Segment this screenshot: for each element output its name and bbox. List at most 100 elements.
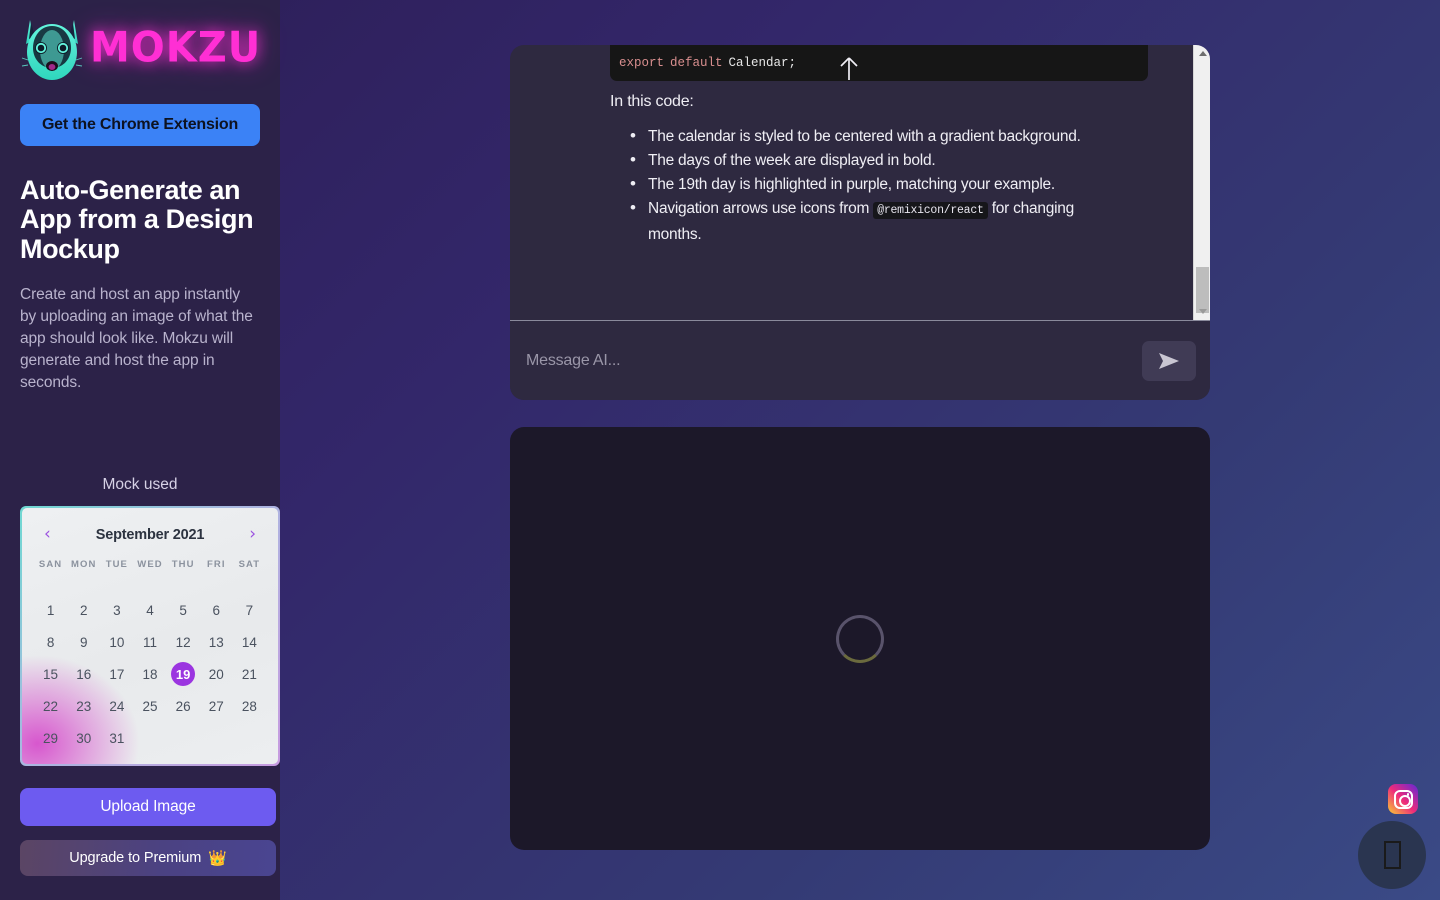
calendar-day-cell[interactable]: 31 — [100, 722, 133, 754]
chat-scroll-area: export default Calendar; In this code: T… — [510, 45, 1210, 320]
calendar-day-cell[interactable]: 9 — [67, 626, 100, 658]
calendar-day-number: 20 — [208, 666, 224, 682]
send-message-button[interactable] — [1142, 340, 1196, 381]
calendar-day-number: 24 — [109, 698, 125, 714]
upload-image-button[interactable]: Upload Image — [20, 788, 276, 826]
fox-head-logo-icon — [21, 20, 83, 80]
crown-icon: 👑 — [208, 849, 227, 867]
calendar-day-cell[interactable]: 15 — [34, 658, 67, 690]
calendar-day-cell[interactable]: 8 — [34, 626, 67, 658]
upgrade-to-premium-button[interactable]: Upgrade to Premium 👑 — [20, 840, 276, 876]
chevron-right-icon[interactable]: › — [249, 526, 256, 543]
calendar-day-cell[interactable]: 16 — [67, 658, 100, 690]
bullet-item: The 19th day is highlighted in purple, m… — [628, 172, 1128, 197]
code-keyword-export: export — [619, 56, 665, 70]
chat-panel: export default Calendar; In this code: T… — [510, 45, 1210, 400]
code-snippet-block: export default Calendar; — [610, 45, 1148, 81]
calendar-day-cell[interactable]: 12 — [167, 626, 200, 658]
calendar-day-headers: SAN MON TUE WED THU FRI SAT — [32, 559, 268, 578]
calendar-day-number: 14 — [241, 634, 257, 650]
calendar-day-number: 11 — [142, 634, 157, 650]
calendar-dow-fri: FRI — [206, 559, 226, 570]
calendar-day-cell[interactable]: 2 — [67, 594, 100, 626]
calendar-day-cell[interactable]: 5 — [167, 594, 200, 626]
calendar-dow-san: SAN — [38, 559, 63, 570]
calendar-dow-sat: SAT — [238, 559, 261, 570]
calendar-day-cell[interactable]: 21 — [233, 658, 266, 690]
calendar-dow-tue: TUE — [105, 559, 128, 570]
loading-spinner-icon — [836, 614, 884, 663]
calendar-day-number: 31 — [109, 730, 125, 746]
main-content: export default Calendar; In this code: T… — [280, 0, 1440, 900]
instagram-icon[interactable] — [1388, 784, 1418, 814]
calendar-day-number: 6 — [212, 602, 221, 618]
calendar-day-number: 4 — [146, 602, 154, 618]
calendar-day-number: 19 — [171, 662, 196, 686]
calendar-day-number: 16 — [76, 666, 92, 682]
scroll-up-arrow-icon[interactable] — [1194, 45, 1210, 62]
assistant-bullet-list: The calendar is styled to be centered wi… — [628, 124, 1128, 247]
calendar-day-cell[interactable]: 14 — [233, 626, 266, 658]
code-identifier: Calendar; — [728, 56, 797, 70]
calendar-day-cell[interactable]: 19 — [167, 658, 200, 690]
chevron-left-icon[interactable]: ‹ — [44, 526, 51, 543]
mock-used-label: Mock used — [102, 476, 178, 493]
calendar-dow-mon: MON — [70, 559, 97, 570]
calendar-day-cell[interactable]: 29 — [34, 722, 67, 754]
calendar-day-cell[interactable]: 17 — [100, 658, 133, 690]
calendar-day-cell[interactable]: 4 — [133, 594, 166, 626]
calendar-day-number: 22 — [43, 698, 59, 714]
brand-wordmark: MOKZU — [90, 23, 262, 73]
floating-action-button[interactable] — [1358, 821, 1426, 889]
calendar-day-cell[interactable]: 11 — [133, 626, 166, 658]
calendar-day-cell[interactable]: 28 — [233, 690, 266, 722]
calendar-day-number: 10 — [109, 634, 125, 650]
calendar-day-number: 3 — [113, 602, 121, 618]
mock-image-thumbnail[interactable]: ‹ September 2021 › SAN MON TUE WED THU FRI SAT… — [20, 506, 280, 766]
page-description: Create and host an app instantly by uplo… — [20, 286, 253, 392]
calendar-day-number: 25 — [142, 698, 158, 714]
get-chrome-extension-button[interactable]: Get the Chrome Extension — [20, 104, 260, 146]
chat-scrollbar[interactable] — [1193, 45, 1210, 320]
calendar-month-label: September 2021 — [95, 526, 205, 543]
calendar-day-cell[interactable]: 1 — [34, 594, 67, 626]
assistant-intro-text: In this code: — [610, 93, 694, 110]
app-preview-panel[interactable] — [510, 427, 1210, 850]
calendar-day-cell[interactable]: 24 — [100, 690, 133, 722]
calendar-day-number: 17 — [109, 666, 125, 682]
calendar-day-cell[interactable]: 30 — [67, 722, 100, 754]
calendar-day-number: 1 — [46, 602, 55, 618]
calendar-day-cell[interactable]: 22 — [34, 690, 67, 722]
message-input[interactable] — [526, 351, 1142, 370]
calendar-day-cell[interactable]: 20 — [200, 658, 233, 690]
bullet-item: The days of the week are displayed in bo… — [628, 148, 1128, 173]
premium-label: Upgrade to Premium — [69, 850, 202, 866]
calendar-day-cell[interactable]: 23 — [67, 690, 100, 722]
calendar-day-cell[interactable]: 26 — [167, 690, 200, 722]
calendar-dow-thu: THU — [171, 559, 195, 570]
calendar-day-cell[interactable]: 7 — [233, 594, 266, 626]
scroll-down-arrow-icon[interactable] — [1194, 303, 1210, 320]
sidebar: MOKZU Get the Chrome Extension Auto-Gene… — [0, 0, 280, 900]
inline-code-package: @remixicon/react — [873, 202, 988, 219]
calendar-day-cell[interactable]: 6 — [200, 594, 233, 626]
bullet-text-pre: Navigation arrows use icons from — [648, 200, 870, 217]
calendar-day-cell[interactable]: 25 — [133, 690, 166, 722]
calendar-day-cell[interactable]: 27 — [200, 690, 233, 722]
calendar-day-number: 27 — [208, 698, 224, 714]
calendar-day-cell[interactable]: 3 — [100, 594, 133, 626]
brand-logo[interactable]: MOKZU — [20, 0, 260, 96]
bullet-item: Navigation arrows use icons from @remixi… — [628, 196, 1128, 247]
bullet-text: The calendar is styled to be centered wi… — [648, 128, 1081, 145]
calendar-day-number: 2 — [79, 602, 88, 618]
bullet-text: The days of the week are displayed in bo… — [648, 152, 936, 169]
calendar-day-number: 15 — [43, 666, 59, 682]
calendar-day-cell[interactable]: 13 — [200, 626, 233, 658]
send-plane-icon — [1159, 352, 1179, 369]
calendar-day-cell[interactable]: 10 — [100, 626, 133, 658]
calendar-dow-wed: WED — [137, 559, 163, 570]
assistant-message: export default Calendar; In this code: T… — [510, 45, 1193, 320]
calendar-day-number: 29 — [43, 730, 59, 746]
missing-glyph-icon — [1383, 841, 1401, 869]
calendar-day-cell[interactable]: 18 — [133, 658, 166, 690]
